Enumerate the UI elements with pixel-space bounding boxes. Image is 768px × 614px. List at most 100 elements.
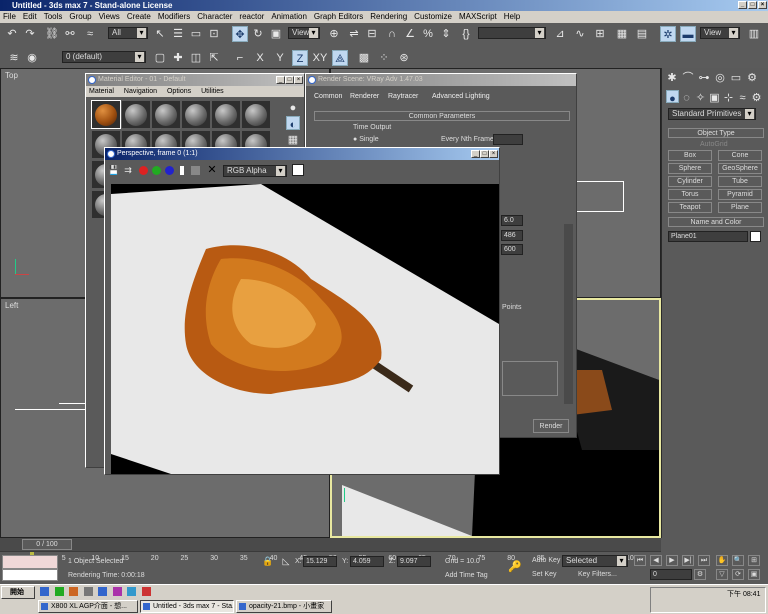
zoom-all-icon[interactable]: ⊞ [748,555,760,566]
single-radio[interactable]: ● Single [353,136,379,143]
green-channel-icon[interactable] [152,166,161,175]
create-cone-button[interactable]: Cone [718,150,762,161]
render-last-icon[interactable]: ▥ [746,26,762,42]
link-icon[interactable]: ⛓ [44,26,60,42]
create-layer-icon[interactable]: ▢ [152,50,168,66]
time-config-icon[interactable]: ⚙ [694,569,706,580]
menu-item-graph-editors[interactable]: Graph Editors [314,12,363,21]
select-object-icon[interactable]: ↖ [152,26,168,42]
minimize-button[interactable]: _ [276,76,285,84]
mirror-tool-icon[interactable]: ⊿ [552,26,568,42]
menu-item-rendering[interactable]: Rendering [370,12,407,21]
object-name-field[interactable]: Plane01 [668,231,748,242]
task-3dsmax[interactable]: Untitled - 3ds max 7 - Sta... [140,600,234,613]
quick-launch-icon[interactable] [127,587,137,596]
create-pyramid-button[interactable]: Pyramid [718,189,762,200]
window-crossing-icon[interactable]: ⊡ [206,26,222,42]
quick-launch-icon[interactable] [141,587,151,596]
channel-dropdown[interactable]: RGB Alpha [223,165,287,177]
every-nth-field[interactable] [493,134,523,145]
mtl-menu-navigation[interactable]: Navigation [124,88,157,95]
maximize-viewport-icon[interactable]: ▣ [748,569,760,580]
background-icon[interactable]: ▦ [286,132,300,146]
lights-icon[interactable]: ✧ [694,90,707,104]
maximize-button[interactable]: □ [285,76,294,84]
object-color-swatch[interactable] [750,231,761,242]
menu-item-reactor[interactable]: reactor [239,12,264,21]
render-type-icon[interactable]: ▬ [680,26,696,42]
selection-filter-dropdown[interactable]: All [108,27,148,39]
snap-icon[interactable]: ∩ [384,26,400,42]
close-button[interactable]: × [294,76,303,84]
material-sample-slot[interactable] [91,100,121,129]
time-slider-track[interactable] [0,538,661,551]
layer-manager-icon[interactable]: ≋ [6,50,22,66]
minimize-button[interactable]: _ [738,1,747,9]
object-type-rollout[interactable]: Object Type [668,128,764,138]
add-time-tag[interactable]: Add Time Tag [445,572,488,579]
autogrid-checkbox[interactable]: AutoGrid [700,141,728,148]
start-button[interactable]: 開始 [1,586,35,599]
snapshot-icon[interactable]: ⊛ [396,50,412,66]
select-move-icon[interactable]: ✥ [232,26,248,42]
render-button[interactable]: Render [533,419,569,433]
space-warps-icon[interactable]: ≈ [736,90,749,104]
tab-advanced-lighting[interactable]: Advanced Lighting [432,90,490,104]
mtl-menu-material[interactable]: Material [89,88,114,95]
mirror-icon[interactable]: ⇌ [346,26,362,42]
render-view-dropdown[interactable]: View [700,27,740,39]
close-button[interactable]: × [489,150,498,158]
current-frame-field[interactable]: 0 [650,569,692,580]
align-icon[interactable]: ⊟ [364,26,380,42]
primitive-type-dropdown[interactable]: Standard Primitives [668,108,756,120]
field-of-view-icon[interactable]: ▽ [716,569,728,580]
name-color-rollout[interactable]: Name and Color [668,217,764,227]
y-coordinate-field[interactable]: 4.059 [350,556,384,567]
play-icon[interactable]: ▶ [666,555,678,566]
common-parameters-rollout[interactable]: Common Parameters [314,111,570,121]
x-coordinate-field[interactable]: 15.129 [303,556,337,567]
absolute-mode-icon[interactable]: ◺ [280,555,292,567]
select-rotate-icon[interactable]: ↻ [250,26,266,42]
add-to-layer-icon[interactable]: ✚ [170,50,186,66]
select-scale-icon[interactable]: ▣ [268,26,284,42]
task-x800[interactable]: X800 XL AGP介面 - 想... [38,600,138,613]
mtl-menu-utilities[interactable]: Utilities [201,88,224,95]
menu-item-help[interactable]: Help [504,12,520,21]
menu-item-modifiers[interactable]: Modifiers [158,12,190,21]
menu-item-edit[interactable]: Edit [23,12,37,21]
bind-space-warp-icon[interactable]: ≈ [82,26,98,42]
percent-snap-icon[interactable]: % [420,26,436,42]
constraint-icon[interactable]: ⌐ [232,50,248,66]
clone-window-icon[interactable]: ⇉ [122,164,134,176]
layer-dropdown[interactable]: 0 (default) [62,51,146,63]
menu-item-file[interactable]: File [3,12,16,21]
close-button[interactable]: × [758,1,767,9]
render-scene-icon[interactable]: ▤ [634,26,650,42]
material-editor-icon[interactable]: ▦ [614,26,630,42]
helpers-icon[interactable]: ⊹ [722,90,735,104]
maxscript-listener[interactable] [2,555,58,569]
curve-editor-icon[interactable]: ∿ [572,26,588,42]
quick-launch-icon[interactable] [69,587,79,596]
material-sample-slot[interactable] [212,101,240,128]
clear-icon[interactable]: ✕ [206,164,218,176]
axis-z-button[interactable]: Z [292,50,308,66]
save-bitmap-icon[interactable]: 💾 [108,164,120,176]
edit-named-selection-icon[interactable]: {} [458,26,474,42]
prev-frame-icon[interactable]: ◀ [650,555,662,566]
tab-renderer[interactable]: Renderer [350,90,379,104]
monochrome-icon[interactable] [191,166,200,175]
set-key-button[interactable]: Set Key [532,571,557,578]
unlink-icon[interactable]: ⚯ [62,26,78,42]
utilities-tab-icon[interactable]: ⚙ [744,70,760,86]
hierarchy-tab-icon[interactable]: ⊶ [696,70,712,86]
render-scene-scrollbar[interactable] [564,224,573,404]
ik-icon[interactable]: ⟁ [332,50,348,66]
arc-rotate-icon[interactable]: ⟳ [732,569,744,580]
modify-tab-icon[interactable]: ⌒ [680,70,696,86]
material-sample-slot[interactable] [122,101,150,128]
menu-item-maxscript[interactable]: MAXScript [459,12,497,21]
goto-end-icon[interactable]: ⏭ [698,555,710,566]
quick-launch-icon[interactable] [83,587,93,596]
